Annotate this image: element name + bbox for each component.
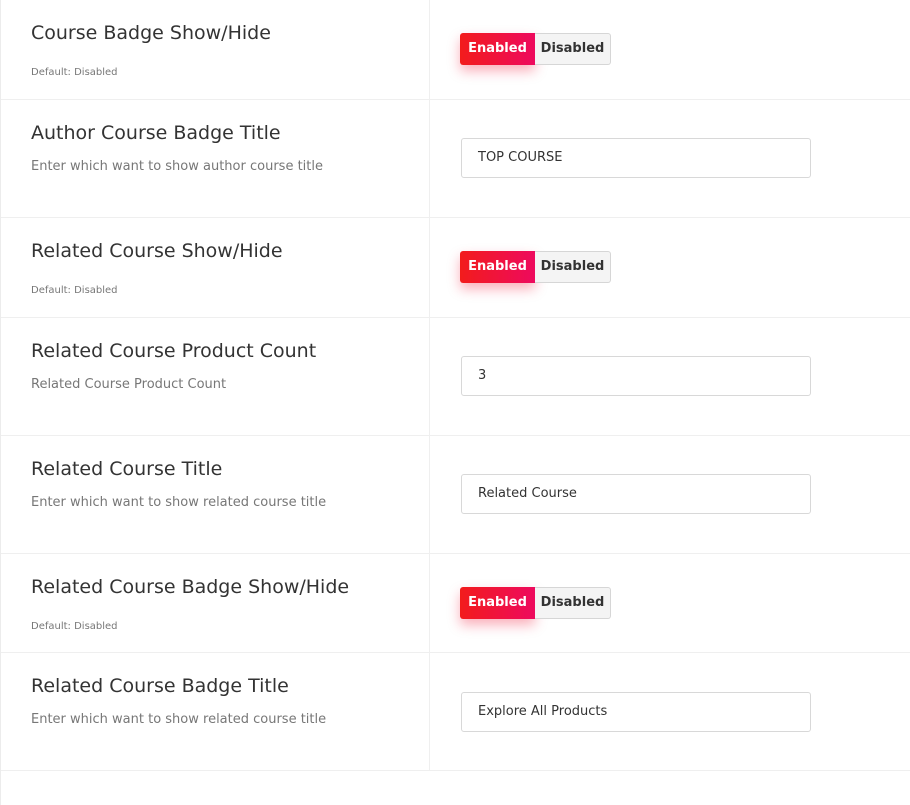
course-badge-toggle: Enabled Disabled (460, 33, 611, 65)
setting-title: Related Course Product Count (31, 340, 317, 362)
settings-panel: Course Badge Show/Hide Default: Disabled… (0, 0, 910, 805)
author-badge-title-input[interactable]: TOP COURSE (461, 138, 811, 178)
setting-label-column: Related Course Show/Hide Default: Disabl… (1, 218, 430, 317)
related-title-input[interactable]: Related Course (461, 474, 811, 514)
enabled-button[interactable]: Enabled (460, 33, 535, 65)
setting-label-column: Related Course Title Enter which want to… (1, 436, 430, 553)
setting-row-related-badge: Related Course Badge Show/Hide Default: … (1, 554, 910, 653)
setting-title: Related Course Show/Hide (31, 240, 283, 262)
setting-description: Enter which want to show related course … (31, 712, 327, 727)
enabled-button[interactable]: Enabled (460, 587, 535, 619)
related-course-toggle: Enabled Disabled (460, 251, 611, 283)
setting-title: Course Badge Show/Hide (31, 22, 271, 44)
setting-default-note: Default: Disabled (31, 285, 118, 296)
setting-row-related-title: Related Course Title Enter which want to… (1, 436, 910, 554)
enabled-button[interactable]: Enabled (460, 251, 535, 283)
disabled-button[interactable]: Disabled (535, 587, 611, 619)
setting-label-column: Related Course Badge Title Enter which w… (1, 653, 430, 770)
setting-row-product-count: Related Course Product Count Related Cou… (1, 318, 910, 436)
related-badge-title-input[interactable]: Explore All Products (461, 692, 811, 732)
setting-description: Related Course Product Count (31, 377, 227, 392)
setting-title: Related Course Title (31, 458, 223, 480)
setting-row-related-badge-title: Related Course Badge Title Enter which w… (1, 653, 910, 771)
setting-row-author-badge-title: Author Course Badge Title Enter which wa… (1, 100, 910, 218)
setting-label-column: Author Course Badge Title Enter which wa… (1, 100, 430, 217)
setting-description: Enter which want to show related course … (31, 495, 327, 510)
setting-title: Author Course Badge Title (31, 122, 281, 144)
setting-row-related-course: Related Course Show/Hide Default: Disabl… (1, 218, 910, 318)
related-badge-toggle: Enabled Disabled (460, 587, 611, 619)
product-count-input[interactable]: 3 (461, 356, 811, 396)
setting-title: Related Course Badge Show/Hide (31, 576, 350, 598)
setting-label-column: Course Badge Show/Hide Default: Disabled (1, 0, 430, 99)
setting-label-column: Related Course Product Count Related Cou… (1, 318, 430, 435)
setting-title: Related Course Badge Title (31, 675, 289, 697)
setting-description: Enter which want to show author course t… (31, 159, 323, 174)
setting-default-note: Default: Disabled (31, 621, 118, 632)
setting-row-course-badge: Course Badge Show/Hide Default: Disabled… (1, 0, 910, 100)
disabled-button[interactable]: Disabled (535, 33, 611, 65)
disabled-button[interactable]: Disabled (535, 251, 611, 283)
setting-default-note: Default: Disabled (31, 67, 118, 78)
setting-label-column: Related Course Badge Show/Hide Default: … (1, 554, 430, 652)
